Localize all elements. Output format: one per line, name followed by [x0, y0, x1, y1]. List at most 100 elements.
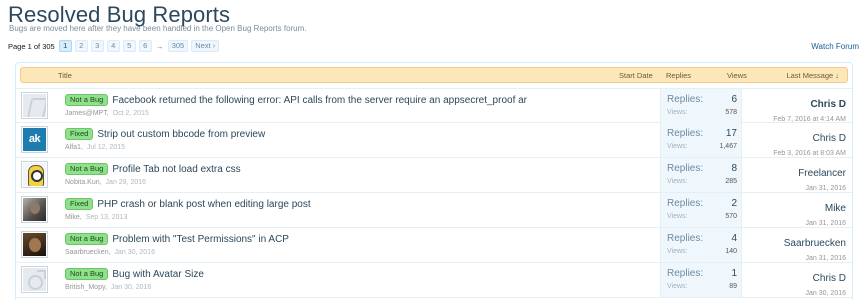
thread-title-link[interactable]: PHP crash or blank post when editing lar…: [97, 199, 310, 210]
views-count: 578: [725, 109, 737, 116]
page-link-4[interactable]: 4: [106, 40, 120, 52]
thread-author-link[interactable]: James@MPT,: [65, 110, 109, 117]
thread-prefix-badge[interactable]: Not a Bug: [65, 94, 109, 106]
thread-main: Not a Bug Facebook returned the followin…: [65, 93, 655, 117]
last-poster-link[interactable]: Chris D: [813, 273, 846, 284]
thread-stats: Replies: 2 Views: 570: [660, 193, 742, 227]
thread-row: Not a Bug Problem with "Test Permissions…: [16, 228, 852, 263]
replies-count: 17: [725, 128, 737, 139]
avatar[interactable]: [21, 266, 48, 293]
views-label: Views:: [667, 178, 688, 185]
thread-row: ak Fixed Strip out custom bbcode from pr…: [16, 123, 852, 158]
replies-label: Replies:: [667, 233, 704, 244]
thread-list-header: Title Start Date Replies Views Last Mess…: [20, 67, 848, 83]
thread-title-link[interactable]: Strip out custom bbcode from preview: [97, 129, 265, 140]
column-views[interactable]: Views: [727, 71, 747, 80]
thread-main: Fixed PHP crash or blank post when editi…: [65, 197, 655, 221]
thread-list: Title Start Date Replies Views Last Mess…: [15, 62, 853, 300]
replies-count: 4: [731, 233, 737, 244]
replies-count: 6: [731, 94, 737, 105]
column-start-date[interactable]: Start Date: [619, 71, 653, 80]
views-label: Views:: [667, 213, 688, 220]
thread-author-link[interactable]: Mike,: [65, 214, 82, 221]
page-description: Bugs are moved here after they have been…: [9, 24, 307, 33]
thread-row: Fixed PHP crash or blank post when editi…: [16, 193, 852, 228]
thread-prefix-badge[interactable]: Not a Bug: [65, 233, 109, 245]
page-link-1[interactable]: 1: [58, 40, 72, 52]
thread-author-link[interactable]: Nobita.Kun,: [65, 179, 102, 186]
thread-stats: Replies: 8 Views: 285: [660, 158, 742, 192]
views-count: 89: [729, 283, 737, 290]
thread-row: Not a Bug Profile Tab not load extra css…: [16, 158, 852, 193]
ak-logo-avatar-icon: ak: [23, 128, 46, 151]
last-message-info: Saarbruecken Jan 31, 2016: [746, 233, 846, 262]
thread-row: Not a Bug Facebook returned the followin…: [16, 88, 852, 123]
thread-start-date[interactable]: Sep 13, 2013: [86, 214, 128, 221]
user-photo-avatar-icon: [23, 198, 46, 221]
thread-title-link[interactable]: Profile Tab not load extra css: [112, 164, 240, 175]
replies-count: 8: [731, 163, 737, 174]
page-navigation: Page 1 of 305 1 2 3 4 5 6 → 305 Next ›: [8, 40, 222, 52]
last-poster-link[interactable]: Saarbruecken: [784, 238, 846, 249]
thread-title-link[interactable]: Problem with "Test Permissions" in ACP: [112, 234, 289, 245]
column-replies[interactable]: Replies: [666, 71, 691, 80]
thread-start-date[interactable]: Jan 30, 2016: [114, 249, 154, 256]
thread-prefix-badge[interactable]: Not a Bug: [65, 163, 109, 175]
thread-prefix-badge[interactable]: Fixed: [65, 128, 94, 140]
thread-author-link[interactable]: Saarbruecken,: [65, 249, 111, 256]
views-label: Views:: [667, 283, 688, 290]
avatar[interactable]: [21, 92, 48, 119]
last-message-info: Mike Jan 31, 2016: [746, 198, 846, 227]
last-poster-link[interactable]: Chris D: [813, 133, 846, 144]
thread-main: Not a Bug Profile Tab not load extra css…: [65, 162, 655, 186]
page-link-3[interactable]: 3: [90, 40, 104, 52]
thread-stats: Replies: 4 Views: 140: [660, 228, 742, 262]
last-poster-link[interactable]: Mike: [825, 203, 846, 214]
last-message-date[interactable]: Jan 30, 2016: [746, 290, 846, 297]
replies-label: Replies:: [667, 163, 704, 174]
next-page-button[interactable]: Next ›: [191, 40, 220, 52]
last-message-date[interactable]: Feb 3, 2016 at 8:03 AM: [746, 150, 846, 157]
avatar[interactable]: [21, 161, 48, 188]
default-avatar-icon: [23, 94, 46, 117]
thread-start-date[interactable]: Jan 29, 2016: [106, 179, 146, 186]
page-link-5[interactable]: 5: [122, 40, 136, 52]
views-count: 570: [725, 213, 737, 220]
thread-main: Not a Bug Bug with Avatar Size British_M…: [65, 267, 655, 291]
page-jump-arrow-icon[interactable]: →: [156, 42, 164, 51]
last-poster-link[interactable]: Freelancer: [798, 168, 846, 179]
thread-prefix-badge[interactable]: Not a Bug: [65, 268, 109, 280]
user-photo-avatar-icon: [23, 233, 46, 256]
views-count: 285: [725, 178, 737, 185]
page-link-6[interactable]: 6: [138, 40, 152, 52]
thread-author-link[interactable]: Alfa1,: [65, 144, 83, 151]
last-message-date[interactable]: Jan 31, 2016: [746, 185, 846, 192]
column-title[interactable]: Title: [58, 71, 72, 80]
watch-forum-link[interactable]: Watch Forum: [811, 42, 859, 51]
last-message-date[interactable]: Jan 31, 2016: [746, 255, 846, 262]
last-message-date[interactable]: Jan 31, 2016: [746, 220, 846, 227]
replies-label: Replies:: [667, 198, 704, 209]
thread-stats: Replies: 17 Views: 1,467: [660, 123, 742, 157]
page-link-last[interactable]: 305: [167, 40, 189, 52]
thread-title-link[interactable]: Facebook returned the following error: A…: [112, 95, 527, 106]
avatar[interactable]: [21, 231, 48, 258]
thread-start-date[interactable]: Oct 2, 2015: [113, 110, 149, 117]
thread-start-date[interactable]: Jan 30, 2016: [111, 284, 151, 291]
page-link-2[interactable]: 2: [74, 40, 88, 52]
thread-row: Not a Bug Bug with Avatar Size British_M…: [16, 263, 852, 298]
column-last-message[interactable]: Last Message ↓: [786, 71, 839, 80]
minion-avatar-icon: [23, 163, 46, 186]
thread-author-link[interactable]: British_Mopy,: [65, 284, 107, 291]
replies-label: Replies:: [667, 94, 704, 105]
thread-start-date[interactable]: Jul 12, 2015: [87, 144, 125, 151]
replies-count: 1: [731, 268, 737, 279]
avatar[interactable]: ak: [21, 126, 48, 153]
last-message-info: Chris D Jan 30, 2016: [746, 268, 846, 297]
last-message-date[interactable]: Feb 7, 2016 at 4:14 AM: [746, 116, 846, 123]
thread-prefix-badge[interactable]: Fixed: [65, 198, 94, 210]
avatar[interactable]: [21, 196, 48, 223]
last-poster-link[interactable]: Chris D: [810, 99, 846, 110]
thread-title-link[interactable]: Bug with Avatar Size: [112, 269, 204, 280]
thread-stats: Replies: 1 Views: 89: [660, 263, 742, 297]
